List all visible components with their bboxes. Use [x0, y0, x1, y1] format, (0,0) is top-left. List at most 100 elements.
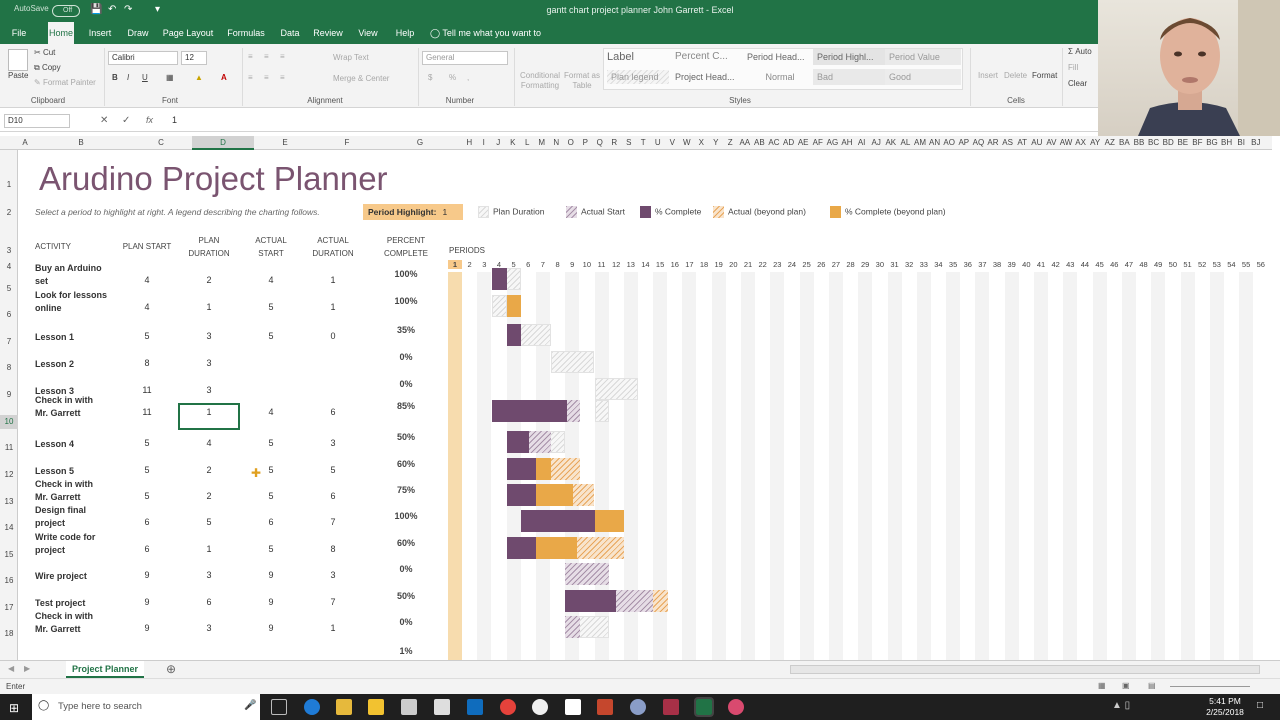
- period-number-3[interactable]: 3: [477, 260, 491, 269]
- autosum-button[interactable]: Σ Auto: [1068, 47, 1092, 56]
- period-number-35[interactable]: 35: [946, 260, 960, 269]
- cell-actual-start[interactable]: 5: [240, 331, 302, 341]
- row-header-18[interactable]: 18: [0, 627, 18, 641]
- column-header-p[interactable]: P: [578, 136, 593, 150]
- cut-button[interactable]: ✂ Cut: [34, 48, 55, 57]
- sheet-tab-project-planner[interactable]: Project Planner: [66, 661, 144, 678]
- period-number-55[interactable]: 55: [1239, 260, 1253, 269]
- period-number-23[interactable]: 23: [770, 260, 784, 269]
- column-header-j[interactable]: J: [491, 136, 506, 150]
- insert-cells-button[interactable]: Insert: [978, 71, 998, 80]
- period-number-43[interactable]: 43: [1063, 260, 1077, 269]
- period-number-48[interactable]: 48: [1137, 260, 1151, 269]
- style-bad[interactable]: Bad: [813, 69, 885, 85]
- cell-actual-start[interactable]: 5: [240, 438, 302, 448]
- percent-complete-value[interactable]: 60%: [378, 538, 434, 548]
- column-header-i[interactable]: I: [477, 136, 492, 150]
- period-number-38[interactable]: 38: [990, 260, 1004, 269]
- percent-icon[interactable]: %: [449, 73, 456, 82]
- percent-complete-value[interactable]: 60%: [378, 459, 434, 469]
- period-number-27[interactable]: 27: [829, 260, 843, 269]
- cell-actual-duration[interactable]: 7: [302, 597, 364, 607]
- period-number-46[interactable]: 46: [1107, 260, 1121, 269]
- underline-button[interactable]: U: [142, 73, 148, 82]
- wrap-text-button[interactable]: Wrap Text: [333, 53, 369, 62]
- tab-formulas[interactable]: Formulas: [222, 22, 270, 44]
- align-center-icon[interactable]: ≡: [264, 73, 269, 82]
- column-header-ax[interactable]: AX: [1073, 136, 1088, 150]
- task-view-icon[interactable]: [271, 699, 287, 715]
- period-number-19[interactable]: 19: [712, 260, 726, 269]
- tab-view[interactable]: View: [354, 22, 382, 44]
- borders-icon[interactable]: ▦: [166, 73, 174, 82]
- column-header-s[interactable]: S: [622, 136, 637, 150]
- column-header-ar[interactable]: AR: [986, 136, 1001, 150]
- worksheet-grid[interactable]: Arudino Project Planner Select a period …: [18, 150, 1272, 660]
- column-header-h[interactable]: H: [462, 136, 477, 150]
- edge-icon[interactable]: [304, 699, 320, 715]
- column-header-be[interactable]: BE: [1176, 136, 1191, 150]
- system-tray-icon[interactable]: ▲ ▯: [1112, 700, 1130, 711]
- cell-plan-start[interactable]: 9: [116, 623, 178, 633]
- cell-actual-duration[interactable]: 6: [302, 491, 364, 501]
- cell-actual-start[interactable]: 5: [240, 302, 302, 312]
- cell-plan-duration[interactable]: 3: [178, 358, 240, 368]
- format-cells-button[interactable]: Format: [1032, 71, 1057, 80]
- formula-input[interactable]: 1: [172, 115, 177, 125]
- cell-actual-duration[interactable]: 8: [302, 544, 364, 554]
- row-header-17[interactable]: 17: [0, 601, 18, 615]
- align-top-icon[interactable]: ≡: [248, 52, 253, 61]
- cell-actual-duration[interactable]: 7: [302, 517, 364, 527]
- align-bottom-icon[interactable]: ≡: [280, 52, 285, 61]
- period-number-39[interactable]: 39: [1005, 260, 1019, 269]
- italic-button[interactable]: I: [127, 73, 129, 82]
- cell-actual-start[interactable]: 4: [240, 407, 302, 417]
- row-header-1[interactable]: 1: [0, 178, 18, 192]
- selected-cell-value[interactable]: 1: [178, 407, 240, 417]
- column-header-aj[interactable]: AJ: [869, 136, 884, 150]
- cell-actual-duration[interactable]: 1: [302, 623, 364, 633]
- column-header-w[interactable]: W: [680, 136, 695, 150]
- column-header-l[interactable]: L: [520, 136, 535, 150]
- period-number-6[interactable]: 6: [521, 260, 535, 269]
- cell-actual-duration[interactable]: 3: [302, 438, 364, 448]
- align-left-icon[interactable]: ≡: [248, 73, 253, 82]
- percent-complete-value[interactable]: 50%: [378, 432, 434, 442]
- delete-cells-button[interactable]: Delete: [1004, 71, 1027, 80]
- style-normal[interactable]: Normal: [743, 69, 813, 85]
- percent-complete-value[interactable]: 100%: [378, 269, 434, 279]
- row-header-13[interactable]: 13: [0, 495, 18, 509]
- period-number-8[interactable]: 8: [551, 260, 565, 269]
- row-header-14[interactable]: 14: [0, 521, 18, 535]
- cell-plan-start[interactable]: 5: [116, 491, 178, 501]
- style-plan-legend[interactable]: Plan legend: [607, 70, 669, 84]
- column-header-ag[interactable]: AG: [825, 136, 840, 150]
- column-header-ap[interactable]: AP: [957, 136, 972, 150]
- percent-complete-value[interactable]: 35%: [378, 325, 434, 335]
- row-header-9[interactable]: 9: [0, 388, 18, 402]
- row-header-5[interactable]: 5: [0, 282, 18, 296]
- horizontal-scrollbar[interactable]: [790, 665, 1260, 674]
- row-header-4[interactable]: 4: [0, 260, 18, 274]
- column-header-n[interactable]: N: [549, 136, 564, 150]
- cell-actual-duration[interactable]: 3: [302, 570, 364, 580]
- period-number-13[interactable]: 13: [624, 260, 638, 269]
- period-number-42[interactable]: 42: [1049, 260, 1063, 269]
- activity-name[interactable]: Buy an Arduino set: [35, 262, 102, 288]
- period-number-12[interactable]: 12: [609, 260, 623, 269]
- cell-plan-start[interactable]: 8: [116, 358, 178, 368]
- cell-plan-duration[interactable]: 2: [178, 275, 240, 285]
- cell-actual-start[interactable]: 9: [240, 597, 302, 607]
- column-header-af[interactable]: AF: [811, 136, 826, 150]
- column-header-bj[interactable]: BJ: [1249, 136, 1264, 150]
- column-header-aa[interactable]: AA: [738, 136, 753, 150]
- period-number-41[interactable]: 41: [1034, 260, 1048, 269]
- zoom-slider[interactable]: [1170, 686, 1250, 687]
- column-header-aq[interactable]: AQ: [971, 136, 986, 150]
- cell-plan-start[interactable]: 4: [116, 275, 178, 285]
- column-header-a[interactable]: A: [18, 136, 32, 150]
- page-break-icon[interactable]: ▤: [1148, 681, 1156, 690]
- tell-me-box[interactable]: ◯ Tell me what you want to do: [430, 22, 550, 60]
- app-icon[interactable]: [401, 699, 417, 715]
- tab-file[interactable]: File: [6, 22, 32, 44]
